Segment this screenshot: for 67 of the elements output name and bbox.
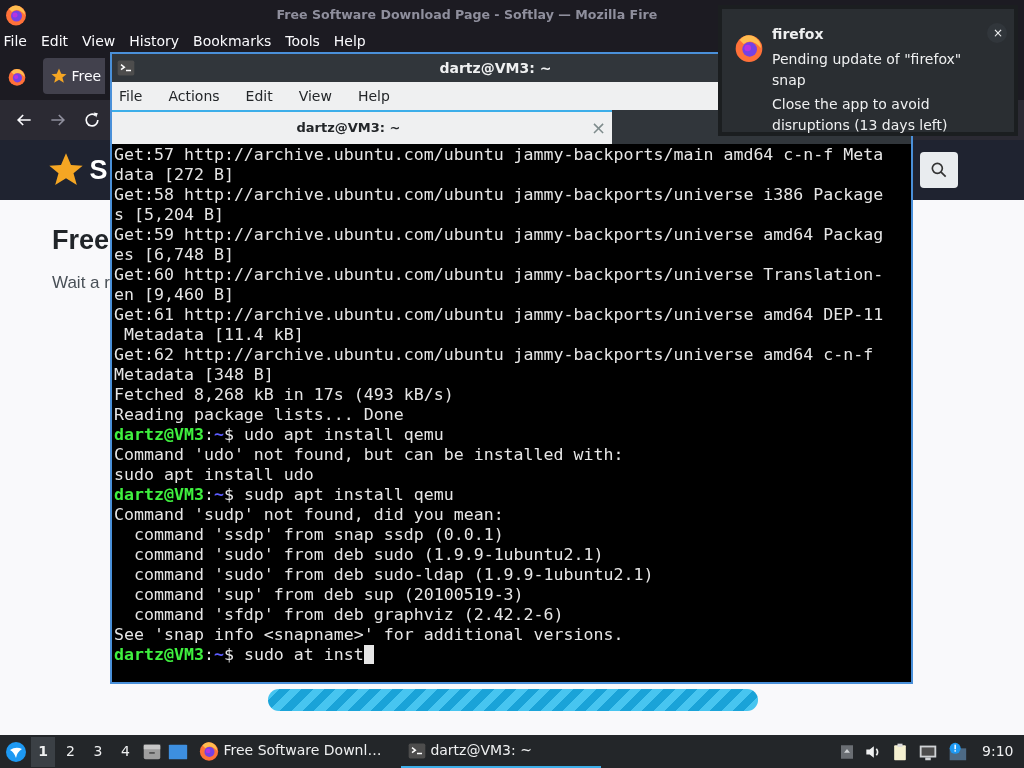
- terminal-line: Fetched 8,268 kB in 17s (493 kB/s): [114, 385, 455, 405]
- terminal-line: command 'sfdp' from deb graphviz (2.42.2-6): [132, 605, 565, 625]
- browser-tab[interactable]: Free: [43, 58, 105, 94]
- terminal-line: Get:60 http://archive.ubuntu.com/ubuntu jammy-backports/universe Translation-: [114, 265, 885, 285]
- menu-item[interactable]: Help: [357, 85, 390, 107]
- terminal-line: dartz@VM3:~$ sudp apt install qemu: [114, 485, 455, 505]
- menu-item[interactable]: Tools: [285, 30, 320, 52]
- page-heading: Free: [52, 224, 110, 257]
- window-title: dartz@VM3: ~: [439, 58, 552, 78]
- taskbar-task[interactable]: dartz@VM3: ~: [400, 735, 601, 768]
- firefox-icon: [7, 66, 27, 87]
- terminal-line: Get:58 http://archive.ubuntu.com/ubuntu jammy-backports/universe i386 Package: [114, 185, 885, 205]
- taskbar-task[interactable]: Free Software Downl…: [192, 735, 388, 768]
- terminal-line: Metadata [348 B]: [114, 365, 275, 385]
- terminal-tab[interactable]: dartz@VM3: ~ ×: [112, 110, 612, 144]
- terminal-line: data [272 B]: [114, 165, 235, 185]
- close-button[interactable]: ×: [987, 23, 1007, 43]
- firefox-icon: [733, 32, 765, 64]
- clock[interactable]: 9:10: [975, 741, 1021, 762]
- menu-item[interactable]: File: [3, 30, 27, 52]
- menu-item[interactable]: History: [129, 30, 180, 52]
- start-menu-icon[interactable]: [3, 739, 28, 764]
- menu-item[interactable]: View: [82, 30, 116, 52]
- terminal-line: dartz@VM3:~$ udo apt install qemu: [114, 425, 445, 445]
- star-icon: [50, 67, 68, 85]
- terminal-line: command 'sudo' from deb sudo-ldap (1.9.9-1ubuntu2.1): [132, 565, 655, 585]
- terminal-line: Get:61 http://archive.ubuntu.com/ubuntu jammy-backports/universe amd64 DEP-11: [114, 305, 885, 325]
- menu-item[interactable]: Edit: [245, 85, 273, 107]
- terminal-line: Command 'sudp' not found, did you mean:: [114, 505, 505, 525]
- workspace-button[interactable]: 4: [113, 736, 138, 767]
- search-icon: [929, 160, 949, 180]
- page-text: Wait a r: [52, 272, 110, 294]
- terminal-line: sudo apt install udo: [114, 465, 315, 485]
- menu-item[interactable]: Bookmarks: [193, 30, 272, 52]
- reload-icon[interactable]: [82, 110, 102, 130]
- terminal-line: command 'sup' from deb sup (20100519-3): [132, 585, 525, 605]
- menu-item[interactable]: View: [298, 85, 332, 107]
- terminal-line: Metadata [11.4 kB]: [123, 325, 305, 345]
- terminal-line: command 'sudo' from deb sudo (1.9.9-1ubuntu2.1): [132, 545, 605, 565]
- tab-label: Free: [71, 66, 102, 86]
- terminal-line: s [5,204 B]: [114, 205, 225, 225]
- terminal-line: en [9,460 B]: [114, 285, 235, 305]
- notification-body: Close the app to avoid disruptions (13 days left): [772, 95, 949, 135]
- menu-item[interactable]: Edit: [40, 30, 69, 52]
- workspace-button[interactable]: 1: [31, 736, 55, 767]
- notification-summary: Pending update of "firefox" snap: [772, 49, 963, 90]
- menu-item[interactable]: Help: [333, 30, 366, 52]
- workspace-button[interactable]: 2: [58, 736, 83, 767]
- terminal-line: es [6,748 B]: [114, 245, 235, 265]
- firefox-icon: [3, 3, 28, 27]
- workspace-button[interactable]: 3: [86, 736, 110, 767]
- terminal-line: dartz@VM3:~$ sudo at inst: [114, 645, 909, 665]
- menu-item[interactable]: File: [119, 85, 143, 107]
- terminal-icon: [115, 58, 136, 78]
- terminal-line: Get:59 http://archive.ubuntu.com/ubuntu jammy-backports/universe amd64 Packag: [114, 225, 885, 245]
- terminal-line: See 'snap info <snapname>' for additional versions.: [114, 625, 625, 645]
- terminal-line: Reading package lists... Done: [114, 405, 405, 425]
- terminal-line: command 'ssdp' from snap ssdp (0.0.1): [132, 525, 505, 545]
- site-name: S: [89, 153, 108, 187]
- search-button[interactable]: [920, 152, 958, 188]
- terminal-line: Get:57 http://archive.ubuntu.com/ubuntu jammy-backports/main amd64 c-n-f Meta: [114, 145, 885, 165]
- firefox-icon: [198, 739, 220, 762]
- terminal-line: Get:62 http://archive.ubuntu.com/ubuntu jammy-backports/universe amd64 c-n-f: [114, 345, 875, 365]
- notification-app: firefox: [772, 25, 825, 44]
- window-title: Free Software Download Page - Softlay — Mozilla Fire: [276, 5, 658, 24]
- menu-item[interactable]: Actions: [168, 85, 220, 107]
- terminal-line: Command 'udo' not found, but can be installed with:: [114, 445, 625, 465]
